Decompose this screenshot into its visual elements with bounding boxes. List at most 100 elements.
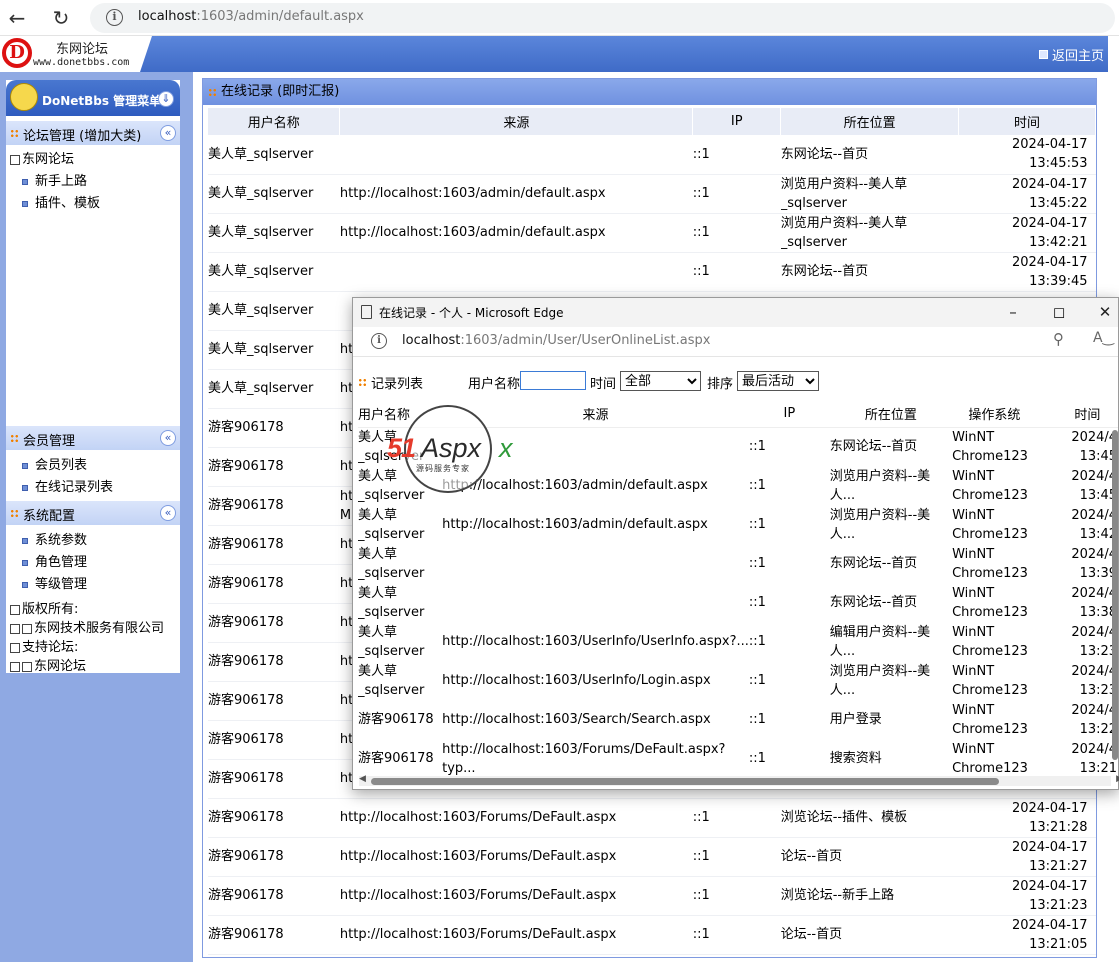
- cell-user: 游客906178: [208, 486, 340, 526]
- browser-toolbar: ← ↻ i localhost:1603/admin/default.aspx: [0, 0, 1119, 36]
- address-bar[interactable]: i localhost:1603/admin/default.aspx: [90, 3, 1115, 33]
- sidebar-item-label: 等级管理: [35, 577, 88, 592]
- cell-ip: ::1: [692, 213, 781, 253]
- url-path: :1603/admin/default.aspx: [196, 9, 364, 24]
- sidebar-item-label: 东网论坛: [22, 152, 75, 167]
- sidebar-item-levels[interactable]: 等级管理: [22, 573, 87, 592]
- cell-time: 2024-04-17 13:39:45: [958, 252, 1096, 292]
- site-info-icon[interactable]: i: [371, 333, 387, 349]
- cell-time: 2024/4/17 13:39:45: [1071, 546, 1118, 581]
- cell-source: http://localhost:1603/UserInfo/Login.asp…: [442, 673, 711, 688]
- document-icon: [361, 305, 372, 319]
- sidebar-item-label: 新手上路: [35, 174, 88, 189]
- collapse-icon[interactable]: «: [160, 505, 176, 521]
- cell-date-text: 2024-04-17: [1011, 839, 1088, 855]
- zoom-icon[interactable]: ⚲: [1053, 330, 1064, 348]
- cell-os: WinNT Chrome123: [952, 663, 1028, 698]
- scrollbar-thumb[interactable]: [371, 778, 999, 785]
- cell-time: 2024-04-17 13:21:05: [958, 915, 1096, 955]
- logo-text: 东网论坛: [56, 42, 109, 57]
- popup-address-bar[interactable]: i localhost:1603/admin/User/UserOnlineLi…: [353, 327, 1118, 357]
- section-forum-manage[interactable]: 论坛管理 (增加大类) «: [6, 121, 180, 145]
- table-row: 游客906178 http://localhost:1603/Forums/DeF…: [208, 798, 1096, 838]
- column-header: IP: [692, 108, 782, 135]
- cell-time: 2024-04-17 13:21:27: [958, 837, 1096, 877]
- sidebar-item-plugins[interactable]: 插件、模板: [22, 192, 100, 211]
- cell-user: 游客906178: [358, 712, 434, 727]
- cell-ip: ::1: [748, 712, 766, 727]
- cell-os: WinNT Chrome123: [952, 429, 1028, 464]
- collapse-icon[interactable]: «: [160, 125, 176, 141]
- box-glyph-icon: [10, 604, 20, 615]
- column-header: 来源: [339, 108, 694, 135]
- cell-os: WinNT Chrome123: [952, 585, 1028, 620]
- cell-location: 浏览用户资料--美人...: [829, 663, 931, 698]
- sidebar-item-system-params[interactable]: 系统参数: [22, 529, 87, 548]
- collapse-icon[interactable]: «: [160, 430, 176, 446]
- admin-sidebar: DoNetBbs 管理菜单 ⇓ 论坛管理 (增加大类) « 东网论坛 新手上路 …: [6, 80, 180, 674]
- cell-user: 游客906178: [208, 408, 340, 448]
- cell-location: 浏览用户资料--美人草_sqlserver: [780, 213, 959, 253]
- sort-select[interactable]: 最后活动: [737, 371, 819, 391]
- close-icon[interactable]: ✕: [1090, 300, 1119, 324]
- footer-support-label: 支持论坛:: [10, 636, 78, 655]
- scroll-left-icon[interactable]: ◀: [359, 774, 366, 784]
- site-logo[interactable]: D 东网论坛 www.donetbbs.com: [0, 36, 152, 72]
- chevron-down-icon[interactable]: ⇓: [158, 91, 174, 107]
- cell-date-text: 2024-04-17: [1011, 878, 1088, 894]
- section-member-manage[interactable]: 会员管理 «: [6, 426, 180, 450]
- menu-title: DoNetBbs 管理菜单: [42, 94, 162, 108]
- section-dots-icon: [358, 378, 367, 387]
- section-title: 系统配置: [23, 509, 76, 524]
- refresh-icon[interactable]: ↻: [47, 4, 75, 32]
- home-link[interactable]: 返回主页: [1038, 45, 1104, 64]
- cell-source: http://localhost:1603/Forums/DeFault.asp…: [339, 876, 693, 916]
- watermark-logo: 51 Aspx x 源码服务专家: [387, 405, 513, 495]
- cell-location: 论坛--首页: [780, 915, 959, 955]
- read-aloud-icon[interactable]: A‿: [1093, 330, 1114, 346]
- footer-company: 东网技术服务有限公司: [10, 617, 164, 636]
- menu-header: DoNetBbs 管理菜单 ⇓: [6, 80, 180, 116]
- cell-os: WinNT Chrome123: [952, 546, 1028, 581]
- section-title: 论坛管理 (增加大类): [23, 129, 142, 144]
- sidebar-item-label: 会员列表: [35, 458, 88, 473]
- cell-ip: ::1: [692, 252, 781, 292]
- vertical-scrollbar[interactable]: [1112, 430, 1118, 760]
- cell-date-text: 2024-04-17: [1011, 254, 1088, 270]
- sidebar-item-member-list[interactable]: 会员列表: [22, 454, 87, 473]
- sidebar-item-label: 角色管理: [35, 555, 88, 570]
- horizontal-scrollbar[interactable]: ◀ ▶: [359, 774, 1119, 786]
- sidebar-item-roles[interactable]: 角色管理: [22, 551, 87, 570]
- popup-title-bar[interactable]: 在线记录 - 个人 - Microsoft Edge – ◻ ✕: [353, 298, 1118, 327]
- cell-source: http://localhost:1603/Forums/DeFault.asp…: [442, 741, 726, 776]
- bullet-icon: [22, 559, 28, 566]
- minimize-icon[interactable]: –: [998, 300, 1028, 324]
- watermark-brand-b: Aspx: [421, 433, 482, 463]
- back-icon[interactable]: ←: [3, 4, 31, 32]
- cell-source: http://localhost:1603/admin/default.aspx: [442, 517, 708, 532]
- site-info-icon[interactable]: i: [106, 9, 123, 26]
- time-select[interactable]: 全部: [620, 371, 701, 391]
- table-row: 美人草_sqlserver::1 东网论坛--首页 2024-04-17 13:39:…: [208, 252, 1096, 292]
- column-header: 时间: [1036, 400, 1118, 428]
- table-row: 游客906178 http://localhost:1603/Forums/DeF…: [208, 915, 1096, 955]
- maximize-icon[interactable]: ◻: [1044, 300, 1074, 324]
- app-header: D 东网论坛 www.donetbbs.com 返回主页: [0, 36, 1108, 72]
- cell-time: 2024/4/17 13:23:34: [1071, 624, 1118, 659]
- cell-time-text: 13:21:27: [1029, 858, 1088, 874]
- box-glyph-icon: [10, 642, 20, 653]
- cell-user: 美人草 _sqlserver: [358, 546, 425, 581]
- table-row: 美人草_sqlserver::1 东网论坛--首页 2024-04-17 13:45:…: [208, 135, 1096, 175]
- sidebar-item-forum-root[interactable]: 东网论坛: [10, 148, 74, 167]
- sidebar-item-newbie[interactable]: 新手上路: [22, 170, 87, 189]
- sidebar-item-online-list[interactable]: 在线记录列表: [22, 476, 113, 495]
- section-system-config[interactable]: 系统配置 «: [6, 501, 180, 525]
- cell-user: 美人草_sqlserver: [208, 369, 340, 409]
- username-input[interactable]: [520, 371, 586, 390]
- cell-time: 2024-04-17 13:21:23: [958, 876, 1096, 916]
- cell-ip: ::1: [748, 751, 766, 766]
- footer-support-forum[interactable]: 东网论坛: [10, 655, 86, 674]
- watermark-subtitle: 源码服务专家: [416, 464, 470, 473]
- section-title: 会员管理: [23, 434, 76, 449]
- cell-time: 2024/4/17 13:45:53: [1071, 429, 1118, 464]
